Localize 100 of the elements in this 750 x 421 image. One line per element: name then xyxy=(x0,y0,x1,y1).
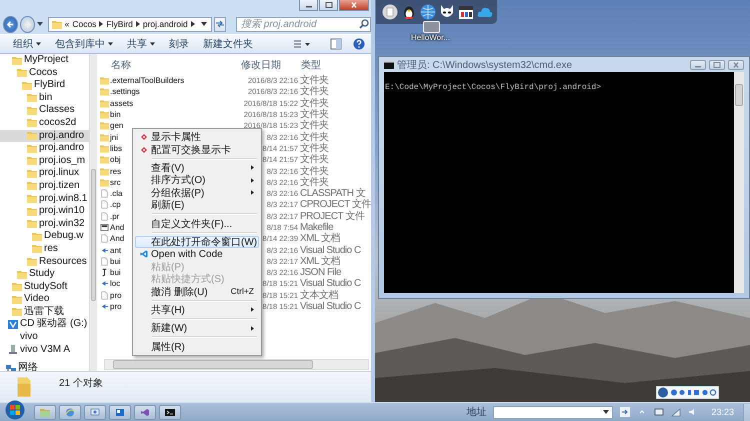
calendar-icon[interactable] xyxy=(458,4,474,20)
vertical-scrollbar[interactable] xyxy=(734,72,744,293)
taskbar-button[interactable] xyxy=(159,404,181,420)
file-icon xyxy=(100,234,109,244)
close-button[interactable] xyxy=(339,0,369,11)
submenu-arrow-icon xyxy=(251,165,254,170)
refresh-button[interactable] xyxy=(214,16,226,32)
column-header[interactable]: 类型 xyxy=(301,58,321,72)
menu-item[interactable]: Open with Code xyxy=(135,248,259,261)
menu-item[interactable]: 刷新(E) xyxy=(135,198,259,212)
maximize-button[interactable] xyxy=(709,60,725,70)
menu-item[interactable]: 撤消 删除(U) Ctrl+Z xyxy=(135,285,259,298)
horizontal-scrollbar[interactable] xyxy=(104,359,369,370)
column-header[interactable]: 名称 xyxy=(111,58,235,72)
navigation-tree-item[interactable]: res xyxy=(0,242,89,256)
breadcrumb[interactable]: proj.android xyxy=(142,19,188,29)
preview-pane-icon[interactable] xyxy=(330,38,342,50)
navigation-tree-item[interactable]: FlyBird xyxy=(0,79,89,92)
back-button[interactable] xyxy=(3,16,18,32)
file-type: XML 文档 xyxy=(300,256,340,267)
folder-icon xyxy=(27,181,37,190)
breadcrumb[interactable]: FlyBird xyxy=(106,19,133,29)
navigation-tree-item[interactable]: 迅雷下载 xyxy=(0,306,89,318)
menu-item[interactable]: 分组依据(P) xyxy=(135,186,259,199)
navigation-tree-item[interactable]: proj.win32 xyxy=(0,218,89,230)
forward-button[interactable] xyxy=(20,16,35,32)
navigation-tree-item[interactable]: proj.ios_m xyxy=(0,154,89,168)
file-type: CLASSPATH 文 xyxy=(300,188,366,200)
address-bar[interactable]: « Cocos FlyBird proj.android xyxy=(48,16,212,32)
toolbar-button[interactable]: 组织 xyxy=(8,37,46,51)
help-icon[interactable] xyxy=(353,38,365,50)
toolbar-button[interactable]: 刻录 xyxy=(164,37,194,51)
monitor-icon xyxy=(90,408,100,416)
action-center-icon[interactable] xyxy=(654,407,664,417)
navigation-tree-item[interactable]: Cocos xyxy=(0,66,89,80)
address-input-field[interactable] xyxy=(493,406,614,418)
navigation-tree-item[interactable]: MyProject xyxy=(0,54,89,67)
menu-item[interactable]: 新建(W) xyxy=(135,322,259,334)
toolbar-button[interactable]: 包含到库中 xyxy=(50,37,118,51)
menu-item[interactable]: 属性(R) xyxy=(135,340,259,353)
document-icon[interactable] xyxy=(382,4,398,20)
menu-item[interactable]: 在此处打开命令窗口(W) xyxy=(135,236,259,248)
file-type: XML 文档 xyxy=(300,233,340,244)
navigation-tree-item[interactable]: proj.win8.1 xyxy=(0,192,89,206)
alien-mask-icon[interactable] xyxy=(439,4,455,20)
menu-item[interactable]: 显示卡属性 xyxy=(135,131,259,144)
chevron-right-icon[interactable] xyxy=(99,21,104,27)
file-name[interactable]: .settings xyxy=(110,86,234,98)
navigation-tree-item[interactable]: Study xyxy=(0,268,89,281)
chevron-right-icon[interactable] xyxy=(190,21,195,27)
navigation-tree-item[interactable]: Resources xyxy=(0,256,89,268)
chevron-right-icon[interactable] xyxy=(136,21,140,27)
file-type: 文件夹 xyxy=(300,120,328,132)
menu-item[interactable]: 共享(H) xyxy=(135,304,259,316)
breadcrumb-overflow[interactable]: « xyxy=(64,19,70,29)
dropdown-caret-icon[interactable] xyxy=(200,22,207,26)
close-button[interactable] xyxy=(728,60,744,70)
network-signal-icon[interactable] xyxy=(671,407,682,417)
navigation-tree-item[interactable]: proj.andro xyxy=(0,142,89,155)
navigation-tree-item[interactable]: proj.linux xyxy=(0,167,89,180)
file-name[interactable]: gen xyxy=(110,120,234,132)
breadcrumb[interactable]: Cocos xyxy=(72,19,96,29)
folder-icon xyxy=(27,219,37,228)
menu-item[interactable]: 配置可交换显示卡 xyxy=(135,143,259,156)
navigation-tree-item[interactable]: proj.andro xyxy=(0,130,89,142)
view-options-icon[interactable] xyxy=(293,39,311,49)
folder-icon xyxy=(32,244,42,254)
menu-item[interactable]: 自定义文件夹(F)... xyxy=(135,217,259,230)
navigation-tree-item[interactable]: Video xyxy=(0,293,89,306)
go-arrow-icon[interactable] xyxy=(620,407,630,417)
navigation-tree-item[interactable]: proj.win10 xyxy=(0,205,89,218)
penguin-icon[interactable] xyxy=(401,4,417,20)
toolbar-button[interactable]: 新建文件夹 xyxy=(198,37,258,51)
desktop-icon-label[interactable]: HelloWor... xyxy=(411,33,450,42)
navigation-tree-item[interactable]: StudySoft xyxy=(0,280,89,294)
file-name[interactable]: bin xyxy=(110,109,234,120)
globe-icon[interactable] xyxy=(420,4,436,20)
column-header[interactable]: 修改日期 xyxy=(241,58,301,72)
folder-icon xyxy=(32,232,42,241)
navigation-drive-item[interactable]: vivo V3M A xyxy=(0,344,89,356)
toolbar-button[interactable]: 共享 xyxy=(122,37,160,51)
maximize-button[interactable] xyxy=(319,0,338,11)
file-name[interactable]: assets xyxy=(110,98,234,109)
menu-item[interactable]: 排序方式(O) xyxy=(135,174,259,187)
file-type: 文件夹 xyxy=(300,86,328,98)
search-field[interactable]: 搜索 proj.android xyxy=(236,16,371,32)
window-title: 管理员: C:\Windows\system32\cmd.exe xyxy=(397,58,572,72)
file-name[interactable]: .externalToolBuilders xyxy=(110,75,234,86)
recent-pages-caret-icon[interactable] xyxy=(36,22,43,26)
navigation-tree-item[interactable]: Classes xyxy=(0,104,89,117)
navigation-tree-item[interactable]: Debug.w xyxy=(0,230,89,243)
navigation-tree-item[interactable]: cocos2d xyxy=(0,116,89,130)
vertical-scrollbar[interactable] xyxy=(88,54,97,371)
folder-icon xyxy=(100,121,109,130)
file-type: PROJECT 文件 xyxy=(300,210,364,222)
minimize-button[interactable] xyxy=(299,0,318,11)
navigation-tree-item[interactable]: bin xyxy=(0,92,89,104)
menu-item[interactable]: 查看(V) xyxy=(135,162,259,174)
navigation-tree-item[interactable]: proj.tizen xyxy=(0,180,89,193)
minimize-button[interactable] xyxy=(690,60,706,70)
